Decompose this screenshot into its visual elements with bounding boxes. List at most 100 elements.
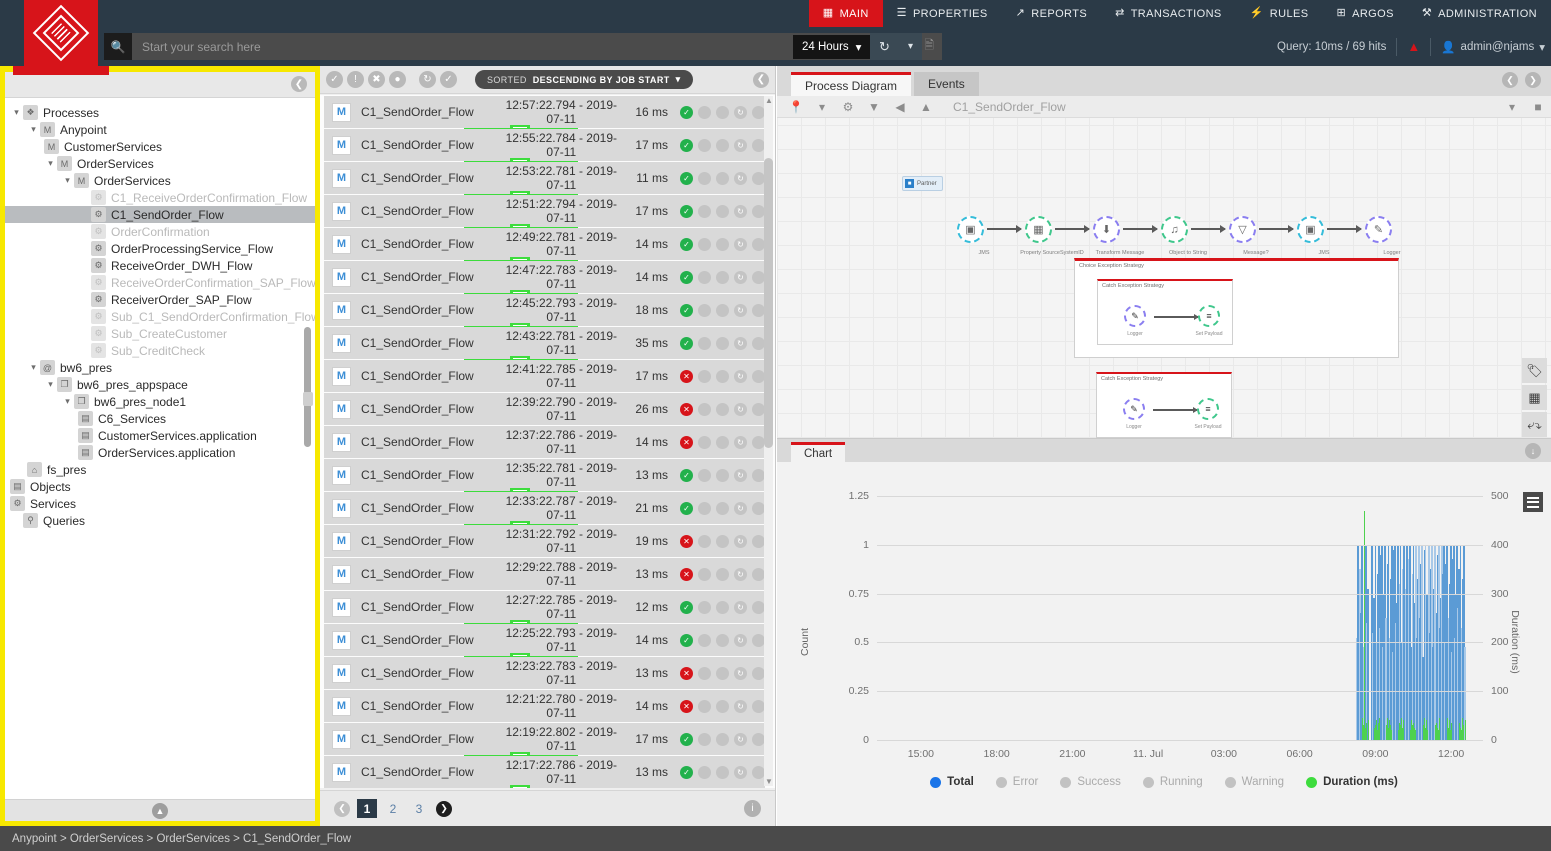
job-row[interactable]: M C1_SendOrder_Flow 12:39:22.790 - 2019-07… [324,393,765,425]
tree-node-receiverorder-sap-flow[interactable]: ⚙ ReceiverOrder_SAP_Flow [5,291,315,308]
tree-node-orderservices-application[interactable]: ▤ OrderServices.application [5,444,315,461]
job-row[interactable]: M C1_SendOrder_Flow 12:57:22.794 - 2019-07… [324,96,765,132]
tree-node-receiveorderconfirmation-sap-flow[interactable]: ⚙ ReceiveOrderConfirmation_SAP_Flow [5,274,315,291]
legend-item-total[interactable]: Total [930,776,974,788]
step-back-icon[interactable]: ◀ [887,96,913,117]
job-row[interactable]: M C1_SendOrder_Flow 12:17:22.786 - 2019-07… [324,756,765,788]
time-range-select[interactable]: 24 Hours ▾ [793,34,871,59]
page-number-2[interactable]: 2 [383,799,403,818]
tab-chart[interactable]: Chart [791,442,846,462]
flow-node-message-[interactable]: ▽ [1229,216,1256,243]
tree-node-bw6-pres-appspace[interactable]: ❐ bw6_pres_appspace [5,376,315,393]
legend-item-warning[interactable]: Warning [1224,776,1284,788]
expand-right-button[interactable]: ❯ [1525,72,1541,88]
tree-node-objects[interactable]: ▤ Objects [5,478,315,495]
legend-item-running[interactable]: Running [1142,776,1203,788]
legend-item-duration-ms-[interactable]: Duration (ms) [1306,776,1398,788]
success-filter-icon[interactable]: ✓ [326,71,343,88]
tree-node-customerservices[interactable]: M CustomerServices [5,138,315,155]
job-row[interactable]: M C1_SendOrder_Flow 12:33:22.787 - 2019-07… [324,492,765,528]
job-row[interactable]: M C1_SendOrder_Flow 12:25:22.793 - 2019-07… [324,624,765,660]
job-row[interactable]: M C1_SendOrder_Flow 12:19:22.802 - 2019-07… [324,723,765,759]
warning-filter-icon[interactable]: ! [347,71,364,88]
legend-item-error[interactable]: Error [995,776,1038,788]
nav-item-administration[interactable]: ⚒ ADMINISTRATION [1408,0,1551,27]
job-row[interactable]: M C1_SendOrder_Flow 12:35:22.781 - 2019-07… [324,459,765,495]
tree-node-orderservices[interactable]: M OrderServices [5,172,315,189]
tag-icon[interactable]: 🏷 [1522,358,1547,383]
tree-node-c1-sendorder-flow[interactable]: ⚙ C1_SendOrder_Flow [5,206,315,223]
tree-node-sub-creditcheck[interactable]: ⚙ Sub_CreditCheck [5,342,315,359]
tree-expand-arrow[interactable] [27,362,40,373]
running-filter-icon[interactable]: ● [389,71,406,88]
job-row[interactable]: M C1_SendOrder_Flow 12:31:22.792 - 2019-07… [324,525,765,557]
download-chart-button[interactable]: ↓ [1525,443,1541,459]
job-row[interactable]: M C1_SendOrder_Flow 12:53:22.781 - 2019-07… [324,162,765,198]
previous-page-button[interactable]: ❮ [334,800,350,817]
job-row[interactable]: M C1_SendOrder_Flow 12:45:22.793 - 2019-07… [324,294,765,330]
next-page-button[interactable]: ❯ [436,800,452,817]
tree-node-bw6-pres-node1[interactable]: ❐ bw6_pres_node1 [5,393,315,410]
scroll-up-arrow-icon[interactable]: ▲ [765,96,773,105]
job-list-scrollbar[interactable]: ▲ ▼ [764,96,773,786]
tree-node-processes[interactable]: ❖ Processes [5,104,315,121]
tree-expand-arrow[interactable] [61,175,74,186]
page-number-3[interactable]: 3 [409,799,429,818]
tree-expand-arrow[interactable] [10,107,23,118]
tree-node-fs-pres[interactable]: ⌂ fs_pres [5,461,315,478]
chip-icon[interactable]: ▦ [1522,385,1547,410]
tree-expand-arrow[interactable] [44,379,57,390]
expand-left-button[interactable]: ❮ [1502,72,1518,88]
tree-expand-arrow[interactable] [44,158,57,169]
nav-item-main[interactable]: ▦ MAIN [808,0,883,27]
check-filter-icon[interactable]: ✓ [440,71,457,88]
logger-node-1[interactable]: ✎ [1124,305,1146,327]
flow-node-property-sourcesystemid[interactable]: ▦ [1025,216,1052,243]
job-row[interactable]: M C1_SendOrder_Flow 12:37:22.786 - 2019-07… [324,426,765,458]
maximize-panel-icon[interactable]: ■ [1525,96,1551,117]
job-row[interactable]: M C1_SendOrder_Flow 12:55:22.784 - 2019-07… [324,129,765,165]
tree-node-sub-c1-sendorderconfirmation-flow[interactable]: ⚙ Sub_C1_SendOrderConfirmation_Flow [5,308,315,325]
refresh-options-button[interactable]: ▾ [898,33,923,60]
job-row[interactable]: M C1_SendOrder_Flow 12:27:22.785 - 2019-07… [324,591,765,627]
fit-screen-icon[interactable]: ⤶⤵ [1522,412,1547,437]
logger-node-2[interactable]: ✎ [1123,398,1145,420]
refresh-filter-icon[interactable]: ↻ [419,71,436,88]
partner-node[interactable]: ■ Partner [902,176,943,191]
job-row[interactable]: M C1_SendOrder_Flow 12:49:22.781 - 2019-07… [324,228,765,264]
scroll-down-arrow-icon[interactable]: ▼ [765,777,773,786]
flow-node-object-to-string[interactable]: ♫ [1161,216,1188,243]
job-row[interactable]: M C1_SendOrder_Flow 12:29:22.788 - 2019-07… [324,558,765,590]
tree-node-c1-receiveorderconfirmation-flow[interactable]: ⚙ C1_ReceiveOrderConfirmation_Flow [5,189,315,206]
sort-selector[interactable]: SORTED DESCENDING BY JOB START ▾ [475,70,693,89]
tab-events[interactable]: Events [914,72,979,96]
tree-node-customerservices-application[interactable]: ▤ CustomerServices.application [5,427,315,444]
job-row[interactable]: M C1_SendOrder_Flow 12:21:22.780 - 2019-07… [324,690,765,722]
process-diagram-canvas[interactable]: ■ Partner ▣ JMS ▦ Property SourceSystemID ⬇ T… [777,118,1551,438]
tree-node-c6-services[interactable]: ▤ C6_Services [5,410,315,427]
search-input[interactable] [132,38,885,55]
error-filter-icon[interactable]: ✖ [368,71,385,88]
set-payload-node-1[interactable]: ≡ [1198,305,1220,327]
nav-item-reports[interactable]: ↗ REPORTS [1002,0,1101,27]
pin-marker-icon[interactable]: 📍 [783,96,809,117]
set-payload-node-2[interactable]: ≡ [1197,398,1219,420]
nav-item-argos[interactable]: ⊞ ARGOS [1322,0,1407,27]
search-icon[interactable]: 🔍 [104,33,132,60]
collapse-tree-button[interactable]: ❮ [291,76,307,92]
user-menu[interactable]: 👤 admin@njams ▾ [1441,40,1545,54]
tree-node-orderservices[interactable]: M OrderServices [5,155,315,172]
tree-node-bw6-pres[interactable]: @ bw6_pres [5,359,315,376]
tree-node-orderprocessingservice-flow[interactable]: ⚙ OrderProcessingService_Flow [5,240,315,257]
job-row[interactable]: M C1_SendOrder_Flow 12:43:22.781 - 2019-07… [324,327,765,363]
job-row[interactable]: M C1_SendOrder_Flow 12:51:22.794 - 2019-07… [324,195,765,231]
flow-node-jms[interactable]: ▣ [957,216,984,243]
flow-node-jms[interactable]: ▣ [1297,216,1324,243]
job-row[interactable]: M C1_SendOrder_Flow 12:23:22.783 - 2019-07… [324,657,765,689]
tab-process-diagram[interactable]: Process Diagram [791,72,912,96]
tree-node-sub-createcustomer[interactable]: ⚙ Sub_CreateCustomer [5,325,315,342]
nav-item-rules[interactable]: ⚡ RULES [1236,0,1323,27]
info-button[interactable]: i [744,800,761,817]
scrollbar-thumb[interactable] [764,158,773,448]
collapse-joblist-button[interactable]: ❮ [753,71,769,88]
